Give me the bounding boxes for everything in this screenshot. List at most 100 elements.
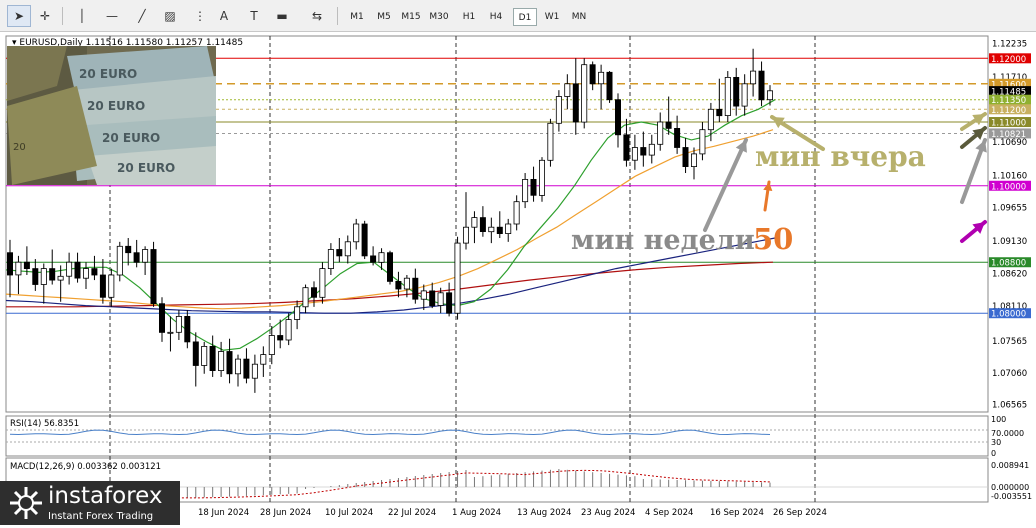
- date-axis-label: 28 Jun 2024: [260, 508, 311, 518]
- candle-body: [57, 275, 64, 281]
- date-axis-label: 10 Jul 2024: [325, 508, 373, 518]
- cursor-tool[interactable]: ➤: [7, 5, 31, 27]
- vertical-line-tool[interactable]: │: [70, 5, 94, 27]
- candle-body: [564, 83, 571, 97]
- candle-body: [167, 331, 174, 334]
- timeframe-h4[interactable]: H4: [484, 8, 508, 26]
- trendline-tool[interactable]: ╱: [130, 5, 154, 27]
- date-axis-label: 13 Aug 2024: [517, 508, 571, 518]
- candle-body: [386, 252, 393, 282]
- candle-body: [133, 252, 140, 263]
- label-tool[interactable]: T: [242, 5, 266, 27]
- date-axis-label: 22 Jul 2024: [388, 508, 436, 518]
- candle-body: [623, 134, 630, 161]
- candle-body: [243, 358, 250, 379]
- price-tag-text: 1.12000: [991, 55, 1026, 65]
- candle-body: [83, 268, 90, 279]
- macd-axis-label: 0.000000: [991, 483, 1029, 492]
- logo-tagline: Instant Forex Trading: [48, 511, 154, 522]
- candle-body: [767, 90, 774, 101]
- candle-body: [581, 64, 588, 123]
- candle-body: [691, 153, 698, 168]
- timeframe-m30[interactable]: M30: [427, 8, 451, 26]
- candle-body: [741, 83, 748, 107]
- candle-body: [74, 261, 81, 279]
- rectangle-tool[interactable]: ▬: [270, 5, 294, 27]
- candle-body: [108, 274, 115, 298]
- channel-tool[interactable]: ▨: [158, 5, 182, 27]
- price-tag-text: 1.11000: [991, 119, 1026, 129]
- rsi-axis-label: 0: [991, 449, 996, 458]
- euro-banknotes-image: 20 EURO 20 EURO 20 EURO 20 EURO 20: [7, 46, 216, 185]
- timeframe-m15[interactable]: M15: [399, 8, 423, 26]
- text-tool[interactable]: A: [212, 5, 236, 27]
- candle-body: [142, 249, 149, 263]
- candle-body: [716, 108, 723, 117]
- candle-body: [674, 128, 681, 148]
- fibonacci-tool[interactable]: ⋮: [188, 5, 212, 27]
- toolbar-separator: [62, 7, 63, 25]
- timeframe-m1[interactable]: M1: [345, 8, 369, 26]
- price-axis-label: 1.12235: [992, 39, 1027, 49]
- candle-body: [758, 70, 765, 101]
- arrow-tool[interactable]: ⇆: [300, 5, 334, 27]
- date-axis-label: 23 Aug 2024: [581, 508, 635, 518]
- annotation-min-yesterday: мин вчера: [755, 140, 926, 173]
- instaforex-logo-icon: [10, 487, 42, 519]
- candle-body: [116, 245, 123, 276]
- candle-body: [23, 261, 30, 269]
- timeframe-d1[interactable]: D1: [513, 8, 537, 26]
- timeframe-mn[interactable]: MN: [567, 8, 591, 26]
- svg-text:20 EURO: 20 EURO: [79, 67, 137, 81]
- candle-body: [606, 71, 613, 101]
- candle-body: [184, 315, 191, 343]
- candle-body: [277, 335, 284, 341]
- price-tag-text: 1.08800: [991, 259, 1026, 269]
- candle-body: [327, 249, 334, 270]
- candle-body: [99, 274, 106, 298]
- candle-body: [403, 277, 410, 290]
- candle-body: [496, 226, 503, 234]
- candle-body: [268, 335, 275, 356]
- candle-body: [302, 287, 309, 308]
- candle-body: [378, 252, 385, 263]
- logo-brand: instaforex: [48, 483, 163, 509]
- candle-body: [572, 83, 579, 123]
- candle-body: [640, 147, 647, 156]
- candle-body: [32, 268, 39, 285]
- rsi-label: RSI(14) 56.8351: [10, 419, 79, 429]
- timeframe-h1[interactable]: H1: [457, 8, 481, 26]
- candle-body: [285, 319, 292, 341]
- price-tag-text: 1.08000: [991, 310, 1026, 320]
- price-axis-label: 1.06565: [992, 401, 1027, 411]
- date-axis-label: 16 Sep 2024: [710, 508, 764, 518]
- candle-body: [589, 64, 596, 85]
- svg-text:20 EURO: 20 EURO: [102, 131, 160, 145]
- candle-body: [260, 354, 267, 365]
- candle-body: [420, 290, 427, 300]
- candle-body: [682, 147, 689, 168]
- annotation-min-week: мин недели: [571, 225, 755, 256]
- timeframe-m5[interactable]: M5: [372, 8, 396, 26]
- candle-body: [66, 261, 73, 277]
- candle-body: [547, 122, 554, 161]
- candle-body: [201, 345, 208, 366]
- price-axis-label: 1.07060: [992, 369, 1027, 379]
- annotation-ma-50: 50: [753, 222, 794, 256]
- candle-body: [336, 249, 343, 257]
- horizontal-line-tool[interactable]: —: [100, 5, 124, 27]
- candle-body: [319, 268, 326, 298]
- rsi-axis-label: 30: [991, 438, 1001, 447]
- macd-axis-label: -0.003551: [991, 492, 1032, 501]
- price-axis-label: 1.08620: [992, 270, 1027, 280]
- candle-body: [226, 351, 233, 375]
- crosshair-tool[interactable]: ✛: [33, 5, 57, 27]
- rsi-pane: [5, 415, 989, 457]
- candle-body: [294, 306, 301, 320]
- timeframe-w1[interactable]: W1: [540, 8, 564, 26]
- price-tag-text: 1.10821: [991, 130, 1026, 140]
- candle-body: [40, 268, 47, 285]
- date-axis-label: 26 Sep 2024: [773, 508, 827, 518]
- candle-body: [513, 201, 520, 225]
- candle-body: [125, 245, 132, 254]
